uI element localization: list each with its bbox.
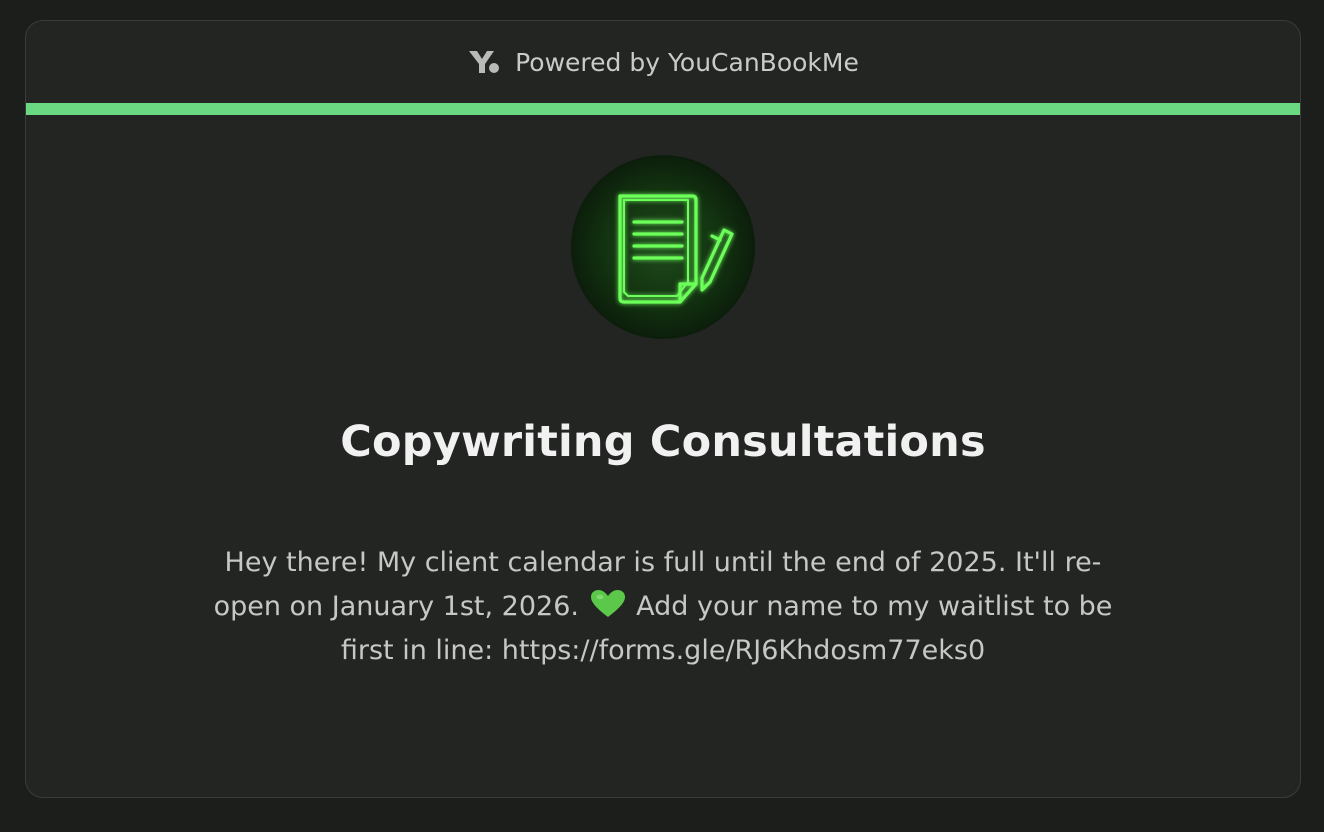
booking-title: Copywriting Consultations [340,417,986,467]
booking-card: Powered by YouCanBookMe Copywriting Cons… [25,20,1301,798]
document-with-pencil-icon [618,194,734,304]
green-heart-emoji-icon [590,589,626,619]
youcanbookme-logo-icon [467,49,501,75]
powered-by-text: Powered by YouCanBookMe [515,47,859,77]
accent-bar [26,103,1300,115]
powered-by-header[interactable]: Powered by YouCanBookMe [26,21,1300,103]
booking-description: Hey there! My client calendar is full un… [158,541,1168,673]
profile-avatar [571,155,755,339]
